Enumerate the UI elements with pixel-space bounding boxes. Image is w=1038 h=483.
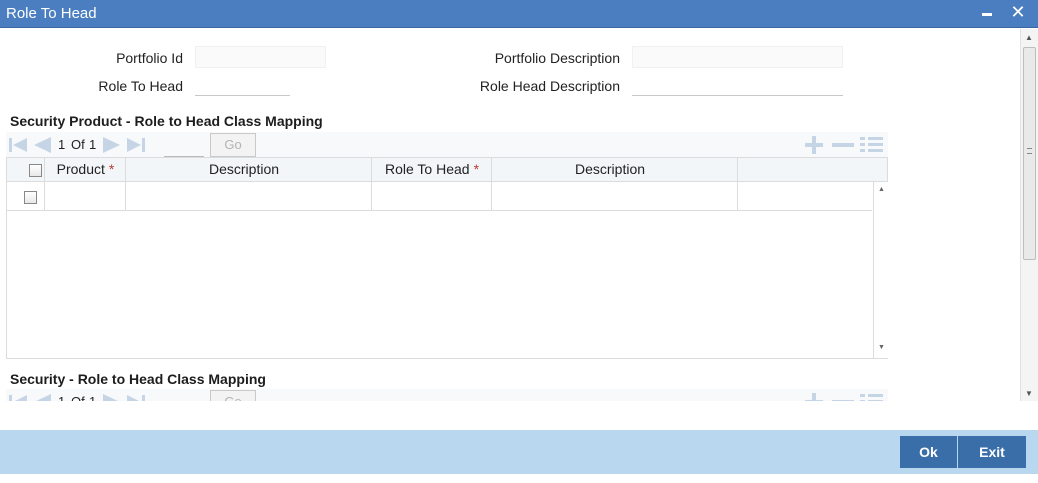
add-row-icon[interactable]	[803, 134, 825, 156]
exit-button[interactable]: Exit	[958, 436, 1026, 468]
close-icon[interactable]: ✕	[1007, 2, 1029, 24]
scroll-up-icon[interactable]: ▲	[878, 186, 885, 193]
grid-header: Product * Description Role To Head * Descr…	[7, 158, 887, 182]
portfolio-id-field[interactable]	[195, 46, 326, 68]
pager-current: 1	[58, 394, 65, 401]
cell-role-description[interactable]	[492, 182, 738, 210]
scroll-up-icon[interactable]: ▲	[1025, 33, 1033, 42]
cell-description[interactable]	[126, 182, 372, 210]
pager-of-label: Of	[71, 137, 85, 152]
title-bar: Role To Head ✕	[0, 0, 1038, 28]
go-button[interactable]: Go	[210, 133, 256, 157]
window-title: Role To Head	[6, 5, 97, 22]
pager-toolbar-2: 1 Of 1 Go	[6, 389, 888, 401]
window-scrollbar[interactable]: ▲ ▼	[1020, 29, 1038, 401]
scrollbar-thumb[interactable]	[1023, 47, 1036, 260]
cell-product[interactable]	[45, 182, 126, 210]
next-page-icon[interactable]	[102, 136, 122, 154]
section-product-mapping-title: Security Product - Role to Head Class Ma…	[10, 113, 323, 129]
col-header-description[interactable]: Description	[126, 161, 362, 177]
portfolio-description-label: Portfolio Description	[494, 50, 620, 66]
go-button[interactable]: Go	[210, 390, 256, 401]
delete-row-icon[interactable]	[831, 391, 855, 401]
section-security-mapping-title: Security - Role to Head Class Mapping	[10, 371, 266, 387]
pager-total: 1	[89, 137, 97, 152]
ok-button[interactable]: Ok	[900, 436, 957, 468]
row-checkbox[interactable]	[24, 191, 37, 204]
select-all-checkbox[interactable]	[29, 164, 42, 177]
table-row[interactable]	[7, 182, 872, 211]
previous-page-icon[interactable]	[32, 136, 52, 154]
role-to-head-label: Role To Head	[98, 78, 183, 94]
first-page-icon[interactable]	[8, 136, 28, 154]
cell-role-to-head[interactable]	[372, 182, 492, 210]
portfolio-id-label: Portfolio Id	[116, 50, 183, 66]
portfolio-description-field[interactable]	[632, 46, 843, 68]
previous-page-icon[interactable]	[32, 393, 52, 401]
add-row-icon[interactable]	[803, 391, 825, 401]
form-content: Portfolio Id Portfolio Description Role …	[0, 29, 1020, 401]
last-page-icon[interactable]	[126, 393, 146, 401]
role-to-head-field[interactable]	[195, 74, 290, 96]
role-head-description-label: Role Head Description	[479, 78, 620, 94]
col-header-role-description[interactable]: Description	[492, 161, 728, 177]
col-header-product[interactable]: Product *	[45, 161, 126, 177]
single-view-icon[interactable]	[859, 134, 885, 156]
pager-total: 1	[89, 394, 96, 401]
scroll-down-icon[interactable]: ▼	[878, 344, 885, 351]
scroll-down-icon[interactable]: ▼	[1025, 389, 1033, 398]
footer-bar: Ok Exit	[0, 430, 1038, 474]
role-head-description-field[interactable]	[632, 74, 843, 96]
col-header-role-to-head[interactable]: Role To Head *	[372, 161, 492, 177]
grid-scrollbar[interactable]: ▲ ▼	[873, 182, 888, 358]
page-number-input[interactable]	[164, 135, 204, 157]
last-page-icon[interactable]	[126, 136, 146, 154]
delete-row-icon[interactable]	[831, 134, 855, 156]
next-page-icon[interactable]	[102, 393, 122, 401]
product-mapping-grid: Product * Description Role To Head * Descr…	[6, 157, 888, 359]
minimize-icon[interactable]	[976, 2, 998, 24]
pager-toolbar: 1 Of 1 Go	[6, 132, 888, 158]
pager-of-label: Of	[71, 394, 85, 401]
pager-current: 1	[58, 137, 66, 152]
single-view-icon[interactable]	[859, 391, 885, 401]
first-page-icon[interactable]	[8, 393, 28, 401]
